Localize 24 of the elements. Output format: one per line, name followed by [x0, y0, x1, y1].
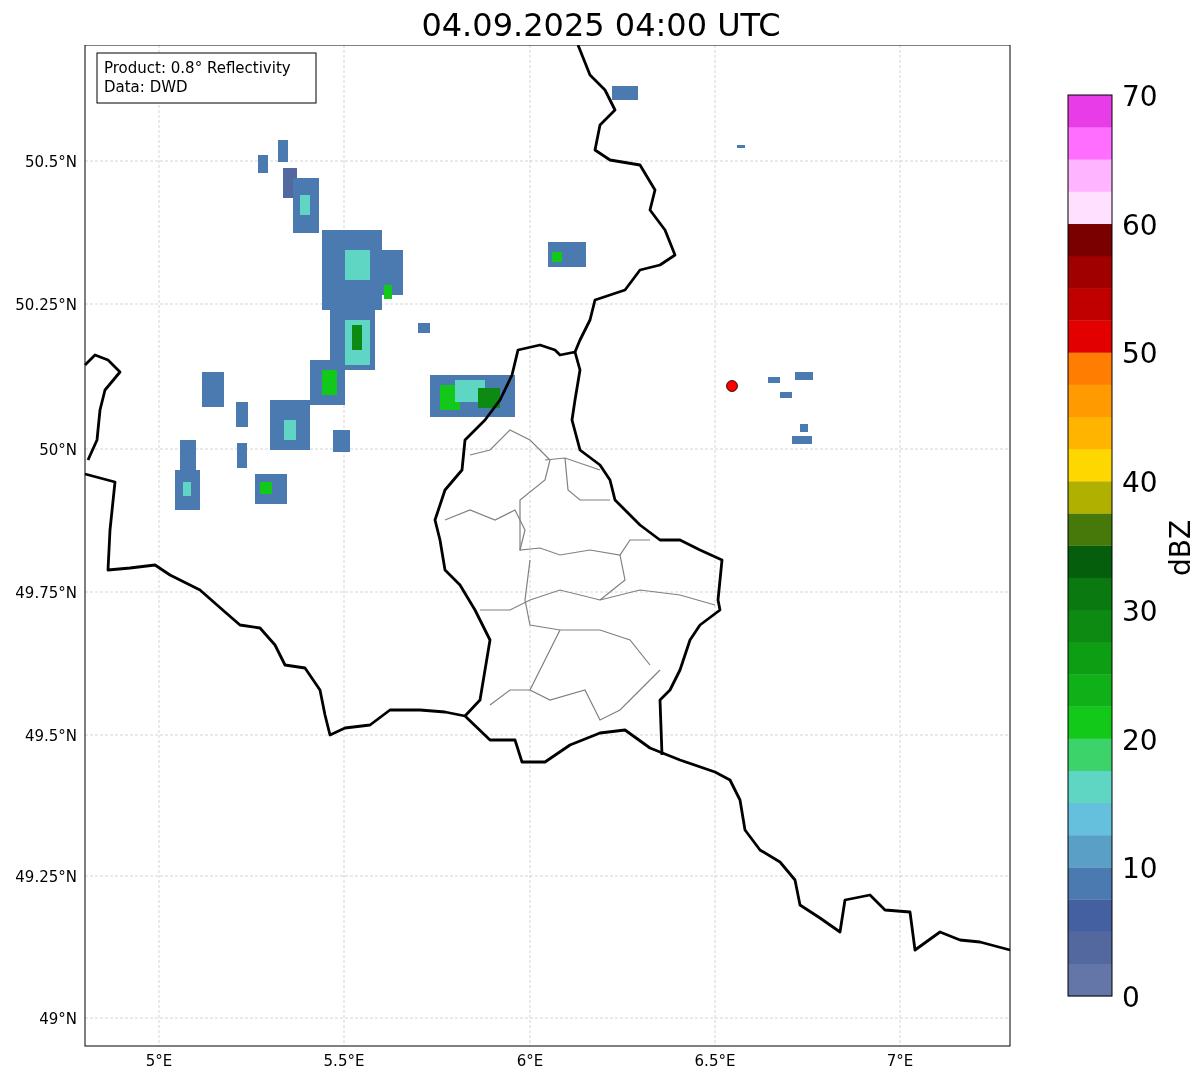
- colorbar-tick-label: 0: [1122, 981, 1140, 1014]
- colorbar-tick-label: 40: [1122, 466, 1158, 500]
- longitude-label: 5.5°E: [323, 1052, 365, 1070]
- latitude-label: 49.25°N: [15, 868, 77, 886]
- colorbar-tick-label: 70: [1122, 80, 1158, 113]
- latitude-label: 50.5°N: [24, 153, 77, 171]
- latitude-label: 49.5°N: [24, 727, 77, 745]
- latitude-label: 50.25°N: [15, 296, 77, 314]
- longitude-label: 6.5°E: [694, 1052, 736, 1070]
- longitude-label: 5°E: [145, 1052, 173, 1070]
- colorbar-tick-label: 60: [1122, 208, 1158, 242]
- chart-title: 04.09.2025 04:00 UTC: [421, 5, 781, 45]
- colorbar-axis-label: dBZ: [1164, 519, 1197, 577]
- info-text: Product: 0.8° Reflectivity: [104, 59, 291, 77]
- longitude-label: 6°E: [516, 1052, 544, 1070]
- info-text: Data: DWD: [104, 78, 188, 96]
- latitude-label: 50°N: [39, 441, 77, 459]
- colorbar-tick-label: 50: [1122, 337, 1158, 371]
- colorbar-tick-label: 10: [1122, 852, 1158, 886]
- latitude-label: 49°N: [39, 1010, 77, 1028]
- colorbar-tick-label: 30: [1122, 594, 1158, 628]
- colorbar-tick-label: 20: [1122, 723, 1158, 757]
- longitude-label: 7°E: [886, 1052, 914, 1070]
- latitude-label: 49.75°N: [15, 584, 77, 602]
